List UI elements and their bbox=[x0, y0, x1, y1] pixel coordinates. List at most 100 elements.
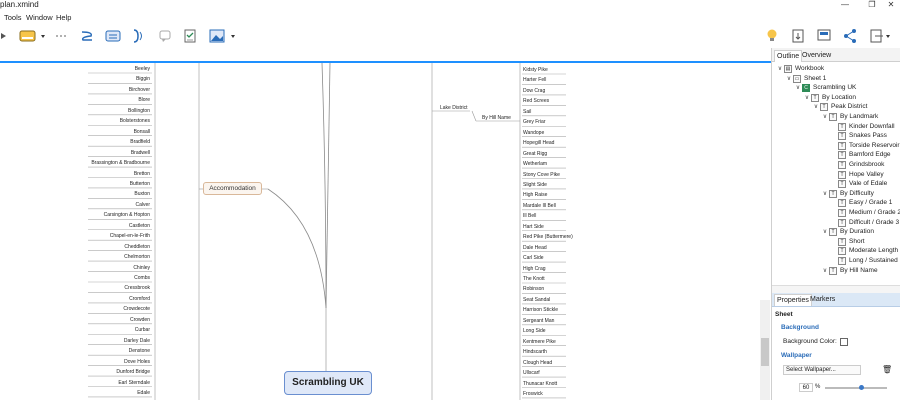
right-leaf-topic[interactable]: Stony Cove Pike bbox=[523, 172, 560, 178]
expand-toggle-icon[interactable]: ∨ bbox=[822, 112, 828, 122]
outline-row[interactable]: T Kinder Downfall bbox=[772, 122, 900, 132]
right-leaf-topic[interactable]: High Raise bbox=[523, 192, 547, 198]
outline-row[interactable]: ∨ T By Difficulty bbox=[772, 189, 900, 199]
left-leaf-topic[interactable]: Combs bbox=[134, 275, 150, 281]
left-leaf-topic[interactable]: Biggin bbox=[136, 76, 150, 82]
right-leaf-topic[interactable]: Hart Side bbox=[523, 224, 544, 230]
menu-tools[interactable]: Tools bbox=[4, 12, 22, 24]
left-leaf-topic[interactable]: Chelmorton bbox=[124, 254, 150, 260]
right-leaf-topic[interactable]: Clough Head bbox=[523, 360, 552, 366]
right-leaf-topic[interactable]: Long Side bbox=[523, 328, 546, 334]
opacity-slider[interactable] bbox=[825, 387, 887, 389]
expand-toggle-icon[interactable]: ∨ bbox=[822, 189, 828, 199]
more-icon[interactable] bbox=[54, 27, 68, 45]
right-leaf-topic[interactable]: Dale Head bbox=[523, 245, 547, 251]
expand-toggle-icon[interactable] bbox=[831, 246, 837, 256]
tab-overview[interactable]: Overview bbox=[800, 50, 833, 62]
left-leaf-topic[interactable]: Buxton bbox=[134, 191, 150, 197]
outline-row[interactable]: ∨ T By Hill Name bbox=[772, 266, 900, 276]
outline-row[interactable]: T Snakes Pass bbox=[772, 131, 900, 141]
right-leaf-topic[interactable]: Hopegill Head bbox=[523, 140, 554, 146]
right-leaf-topic[interactable]: Dow Crag bbox=[523, 88, 545, 94]
left-leaf-topic[interactable]: Bolsterstones bbox=[120, 118, 150, 124]
left-leaf-topic[interactable]: Crowdecote bbox=[123, 306, 150, 312]
scrollbar-thumb[interactable] bbox=[761, 338, 769, 366]
image-icon[interactable] bbox=[209, 27, 237, 45]
menu-help[interactable]: Help bbox=[56, 12, 71, 24]
expand-toggle-icon[interactable]: ∨ bbox=[813, 102, 819, 112]
right-leaf-topic[interactable]: Harrison Stickle bbox=[523, 307, 558, 313]
expand-toggle-icon[interactable] bbox=[831, 150, 837, 160]
outline-row[interactable]: T Grindsbrook bbox=[772, 160, 900, 170]
outline-row[interactable]: ∨ T By Landmark bbox=[772, 112, 900, 122]
outline-row[interactable]: T Easy / Grade 1 bbox=[772, 198, 900, 208]
right-leaf-topic[interactable]: Red Screes bbox=[523, 98, 549, 104]
expand-toggle-icon[interactable] bbox=[831, 170, 837, 180]
tab-properties[interactable]: Properties bbox=[774, 294, 812, 306]
expand-toggle-icon[interactable]: ∨ bbox=[777, 64, 783, 74]
outline-row[interactable]: T Hope Valley bbox=[772, 170, 900, 180]
left-leaf-topic[interactable]: Curbar bbox=[135, 327, 150, 333]
right-leaf-topic[interactable]: Kentmere Pike bbox=[523, 339, 556, 345]
left-leaf-topic[interactable]: Bradfield bbox=[130, 139, 150, 145]
right-leaf-topic[interactable]: Grey Friar bbox=[523, 119, 546, 125]
by-hill-name-topic[interactable]: By Hill Name bbox=[482, 115, 511, 121]
expand-toggle-icon[interactable] bbox=[831, 131, 837, 141]
play-icon[interactable] bbox=[0, 27, 8, 45]
presentation-icon[interactable] bbox=[817, 27, 831, 45]
outline-row[interactable]: T Short bbox=[772, 237, 900, 247]
relationship-icon[interactable] bbox=[79, 27, 95, 45]
minimize-button[interactable]: — bbox=[834, 0, 856, 12]
expand-toggle-icon[interactable]: ∨ bbox=[822, 266, 828, 276]
left-leaf-topic[interactable]: Crowden bbox=[130, 317, 150, 323]
left-leaf-topic[interactable]: Bradwell bbox=[131, 150, 150, 156]
left-leaf-topic[interactable]: Earl Sterndale bbox=[118, 380, 150, 386]
right-leaf-topic[interactable]: Harter Fell bbox=[523, 77, 546, 83]
right-leaf-topic[interactable]: Slight Side bbox=[523, 182, 547, 188]
left-leaf-topic[interactable]: Calver bbox=[136, 202, 150, 208]
expand-toggle-icon[interactable] bbox=[831, 160, 837, 170]
expand-toggle-icon[interactable]: ∨ bbox=[804, 93, 810, 103]
outline-row[interactable]: T Long / Sustained bbox=[772, 256, 900, 266]
select-wallpaper-dropdown[interactable]: Select Wallpaper... bbox=[783, 365, 861, 375]
background-color-swatch[interactable] bbox=[840, 338, 848, 346]
outline-row[interactable]: T Medium / Grade 2 bbox=[772, 208, 900, 218]
left-leaf-topic[interactable]: Carsington & Hopton bbox=[104, 212, 150, 218]
right-leaf-topic[interactable]: Hindscarth bbox=[523, 349, 547, 355]
left-leaf-topic[interactable]: Denstone bbox=[129, 348, 150, 354]
outline-row[interactable]: ∨ C Scrambling UK bbox=[772, 83, 900, 93]
left-leaf-topic[interactable]: Cheddleton bbox=[124, 244, 150, 250]
tab-outline[interactable]: Outline bbox=[774, 50, 803, 62]
left-leaf-topic[interactable]: Bretton bbox=[134, 171, 150, 177]
boundary-icon[interactable] bbox=[104, 27, 122, 45]
expand-toggle-icon[interactable] bbox=[831, 198, 837, 208]
share-icon[interactable] bbox=[843, 27, 857, 45]
expand-toggle-icon[interactable] bbox=[831, 256, 837, 266]
menu-window[interactable]: Window bbox=[26, 12, 53, 24]
mind-map-canvas[interactable]: Beeley Biggin Birchover Blore Bollington Bols… bbox=[0, 63, 771, 400]
right-leaf-topic[interactable]: High Crag bbox=[523, 266, 546, 272]
right-leaf-topic[interactable]: Thunacar Knott bbox=[523, 381, 557, 387]
right-leaf-topic[interactable]: Wetherlam bbox=[523, 161, 547, 167]
left-leaf-topic[interactable]: Dunford Bridge bbox=[116, 369, 150, 375]
outline-row[interactable]: T Moderate Length bbox=[772, 246, 900, 256]
outline-row[interactable]: ∨ T Peak District bbox=[772, 102, 900, 112]
callout-icon[interactable] bbox=[158, 27, 172, 45]
expand-toggle-icon[interactable] bbox=[831, 179, 837, 189]
left-leaf-topic[interactable]: Beeley bbox=[135, 66, 150, 72]
outline-row[interactable]: ∨ ▭ Sheet 1 bbox=[772, 74, 900, 84]
right-leaf-topic[interactable]: Carl Side bbox=[523, 255, 544, 261]
left-leaf-topic[interactable]: Blore bbox=[138, 97, 150, 103]
left-leaf-topic[interactable]: Butterton bbox=[130, 181, 150, 187]
right-leaf-topic[interactable]: Froswick bbox=[523, 391, 543, 397]
expand-toggle-icon[interactable] bbox=[831, 141, 837, 151]
central-topic[interactable]: Scrambling UK bbox=[284, 371, 372, 395]
right-leaf-topic[interactable]: Mardale Ill Bell bbox=[523, 203, 556, 209]
right-leaf-topic[interactable]: Robinson bbox=[523, 286, 544, 292]
tab-markers[interactable]: Markers bbox=[808, 294, 837, 306]
canvas-scrollbar[interactable] bbox=[760, 300, 770, 400]
opacity-input[interactable]: 60 bbox=[799, 383, 813, 392]
right-leaf-topic[interactable]: Sergeant Man bbox=[523, 318, 554, 324]
left-leaf-topic[interactable]: Cromford bbox=[129, 296, 150, 302]
idea-icon[interactable] bbox=[766, 27, 778, 45]
